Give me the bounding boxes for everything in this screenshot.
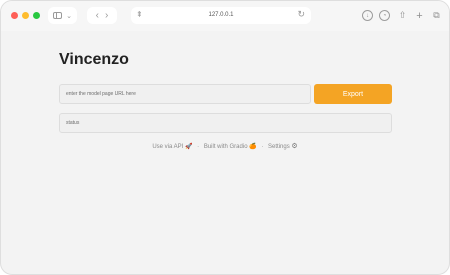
sidebar-icon — [53, 12, 63, 19]
built-with-gradio-label: Built with Gradio — [203, 144, 248, 150]
browser-toolbar: ⌄ ‹ › ⇞ 127.0.0.1 ↻ ↓ ◔ ⇧ + ⧉ — [1, 1, 449, 31]
gear-icon: ⚙ — [291, 143, 298, 150]
rocket-icon: 🚀 — [185, 144, 193, 150]
browser-window: ⌄ ‹ › ⇞ 127.0.0.1 ↻ ↓ ◔ ⇧ + ⧉ Vincenzo E… — [0, 0, 450, 275]
download-icon[interactable]: ↓ — [362, 10, 373, 21]
share-icon[interactable]: ⇧ — [397, 10, 408, 21]
settings-label: Settings — [268, 144, 290, 150]
back-icon[interactable]: ‹ — [96, 10, 99, 21]
tab-overview-icon[interactable]: ⧉ — [431, 10, 442, 21]
footer-separator: · — [261, 144, 264, 150]
model-url-input[interactable] — [59, 84, 311, 104]
gradio-app: Vincenzo Export Use via API 🚀 · Built wi… — [1, 31, 449, 274]
footer-separator: · — [197, 144, 200, 150]
page-title: Vincenzo — [59, 51, 129, 68]
address-bar[interactable]: ⇞ 127.0.0.1 ↻ — [131, 7, 311, 24]
export-button[interactable]: Export — [314, 84, 392, 104]
forward-icon[interactable]: › — [105, 10, 108, 21]
use-via-api-label: Use via API — [152, 144, 184, 150]
reload-icon[interactable]: ↻ — [297, 9, 305, 20]
navigation-controls: ‹ › — [87, 7, 117, 24]
close-window-button[interactable] — [11, 12, 18, 19]
use-via-api-link[interactable]: Use via API 🚀 — [152, 144, 194, 150]
built-with-gradio-link[interactable]: Built with Gradio 🍊 — [204, 144, 259, 150]
address-text: 127.0.0.1 — [208, 12, 234, 18]
sidebar-toggle[interactable]: ⌄ — [48, 7, 77, 24]
footer: Use via API 🚀 · Built with Gradio 🍊 · Se… — [1, 142, 449, 150]
minimize-window-button[interactable] — [22, 12, 29, 19]
chevron-down-icon: ⌄ — [66, 12, 72, 20]
status-field[interactable] — [59, 113, 392, 133]
new-tab-icon[interactable]: + — [414, 10, 425, 22]
gradio-logo-icon: 🍊 — [249, 144, 257, 150]
zoom-window-button[interactable] — [33, 12, 40, 19]
settings-link[interactable]: Settings ⚙ — [268, 143, 298, 150]
history-icon[interactable]: ◔ — [379, 10, 390, 21]
